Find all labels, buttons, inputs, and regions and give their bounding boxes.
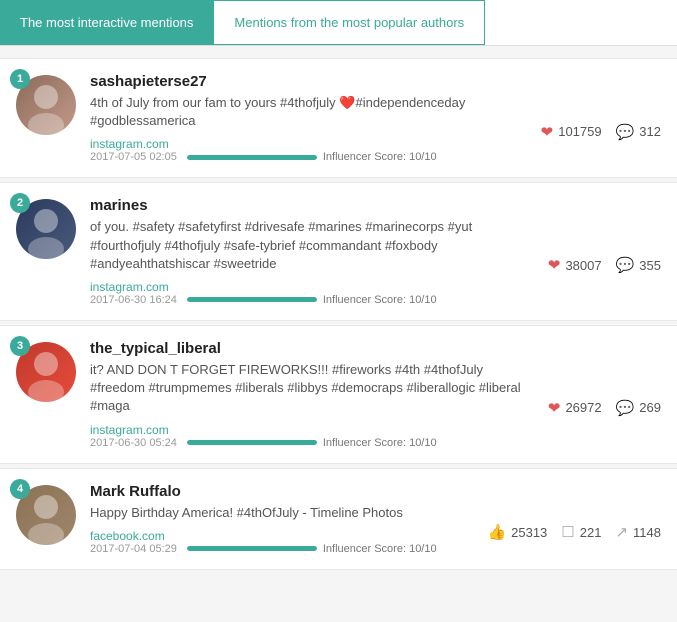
influencer-bar-wrap: Influencer Score: 10/10	[187, 543, 437, 555]
mention-text: it? AND DON T FORGET FIREWORKS!!! #firew…	[90, 361, 538, 416]
likes-count: 38007	[565, 258, 601, 273]
mention-date: 2017-07-05 02:05	[90, 151, 177, 163]
mention-content: Mark Ruffalo Happy Birthday America! #4t…	[90, 483, 661, 555]
mention-list: 1 sashapieterse27 4th of July from our f…	[0, 46, 677, 582]
mention-content: the_typical_liberal it? AND DON T FORGET…	[90, 340, 661, 449]
mention-item: 1 sashapieterse27 4th of July from our f…	[0, 58, 677, 178]
stat-comments: 💬 355	[616, 256, 661, 274]
tab-interactive[interactable]: The most interactive mentions	[0, 0, 213, 45]
comments-count: 355	[639, 258, 661, 273]
likes-count: 26972	[565, 400, 601, 415]
comments-count: 312	[639, 124, 661, 139]
mention-item: 2 marines of you. #safety #safetyfirst #…	[0, 182, 677, 321]
comments-count: 221	[580, 525, 602, 540]
mention-stats: 👍 25313 ☐ 221 ↗ 1148	[477, 523, 661, 541]
stat-comments: ☐ 221	[561, 523, 601, 541]
mention-author: marines	[90, 197, 661, 214]
influencer-bar-wrap: Influencer Score: 10/10	[187, 151, 437, 163]
mention-meta-row: 2017-06-30 16:24 Influencer Score: 10/10	[90, 294, 538, 306]
mention-date: 2017-06-30 05:24	[90, 437, 177, 449]
comments-count: 269	[639, 400, 661, 415]
stat-likes: ❤ 26972	[548, 399, 602, 417]
likes-count: 101759	[558, 124, 601, 139]
likes-count: 25313	[511, 525, 547, 540]
influencer-bar-wrap: Influencer Score: 10/10	[187, 294, 437, 306]
mention-stats: ❤ 38007 💬 355	[538, 256, 661, 274]
influencer-bar-fill	[187, 155, 317, 160]
influencer-bar-fill	[187, 297, 317, 302]
mention-meta-row: 2017-07-04 05:29 Influencer Score: 10/10	[90, 543, 477, 555]
comment-icon: 💬	[616, 123, 635, 141]
comment-icon: 💬	[616, 399, 635, 417]
stat-likes: ❤ 38007	[548, 256, 602, 274]
influencer-bar-wrap: Influencer Score: 10/10	[187, 437, 437, 449]
mention-item: 4 Mark Ruffalo Happy Birthday America! #…	[0, 468, 677, 570]
influencer-bar-fill	[187, 546, 317, 551]
mention-source[interactable]: instagram.com	[90, 280, 169, 294]
mention-date: 2017-07-04 05:29	[90, 543, 177, 555]
mention-stats: ❤ 101759 💬 312	[531, 123, 661, 141]
rank-badge: 4	[10, 479, 30, 499]
mention-text: of you. #safety #safetyfirst #drivesafe …	[90, 218, 538, 273]
mention-author: the_typical_liberal	[90, 340, 661, 357]
mention-source[interactable]: instagram.com	[90, 423, 169, 437]
rank-badge: 3	[10, 336, 30, 356]
mention-meta-row: 2017-07-05 02:05 Influencer Score: 10/10	[90, 151, 531, 163]
influencer-score: Influencer Score: 10/10	[323, 437, 437, 449]
influencer-bar-bg	[187, 546, 317, 551]
influencer-score: Influencer Score: 10/10	[323, 151, 437, 163]
share-icon: ↗	[615, 523, 628, 541]
stat-comments: 💬 312	[616, 123, 661, 141]
rank-badge: 1	[10, 69, 30, 89]
mention-item: 3 the_typical_liberal it? AND DON T FORG…	[0, 325, 677, 464]
mention-author: Mark Ruffalo	[90, 483, 661, 500]
comment-icon: 💬	[616, 256, 635, 274]
mention-text: 4th of July from our fam to yours #4thof…	[90, 94, 531, 130]
mention-author: sashapieterse27	[90, 73, 661, 90]
mention-content: marines of you. #safety #safetyfirst #dr…	[90, 197, 661, 306]
heart-icon: ❤	[548, 399, 561, 417]
tab-popular[interactable]: Mentions from the most popular authors	[213, 0, 485, 45]
mention-text: Happy Birthday America! #4thOfJuly - Tim…	[90, 504, 477, 522]
mention-source[interactable]: instagram.com	[90, 137, 169, 151]
influencer-score: Influencer Score: 10/10	[323, 294, 437, 306]
stat-comments: 💬 269	[616, 399, 661, 417]
comment-icon: ☐	[561, 523, 574, 541]
mention-content: sashapieterse27 4th of July from our fam…	[90, 73, 661, 163]
influencer-bar-bg	[187, 440, 317, 445]
heart-icon: 👍	[487, 523, 506, 541]
stat-likes: ❤ 101759	[541, 123, 602, 141]
mention-meta-row: 2017-06-30 05:24 Influencer Score: 10/10	[90, 437, 538, 449]
shares-count: 1148	[633, 525, 661, 540]
influencer-score: Influencer Score: 10/10	[323, 543, 437, 555]
stat-shares: ↗ 1148	[615, 523, 661, 541]
mention-source[interactable]: facebook.com	[90, 529, 165, 543]
mention-date: 2017-06-30 16:24	[90, 294, 177, 306]
heart-icon: ❤	[548, 256, 561, 274]
influencer-bar-fill	[187, 440, 317, 445]
mention-stats: ❤ 26972 💬 269	[538, 399, 661, 417]
influencer-bar-bg	[187, 297, 317, 302]
influencer-bar-bg	[187, 155, 317, 160]
heart-icon: ❤	[541, 123, 554, 141]
stat-likes: 👍 25313	[487, 523, 547, 541]
tab-bar: The most interactive mentions Mentions f…	[0, 0, 677, 46]
